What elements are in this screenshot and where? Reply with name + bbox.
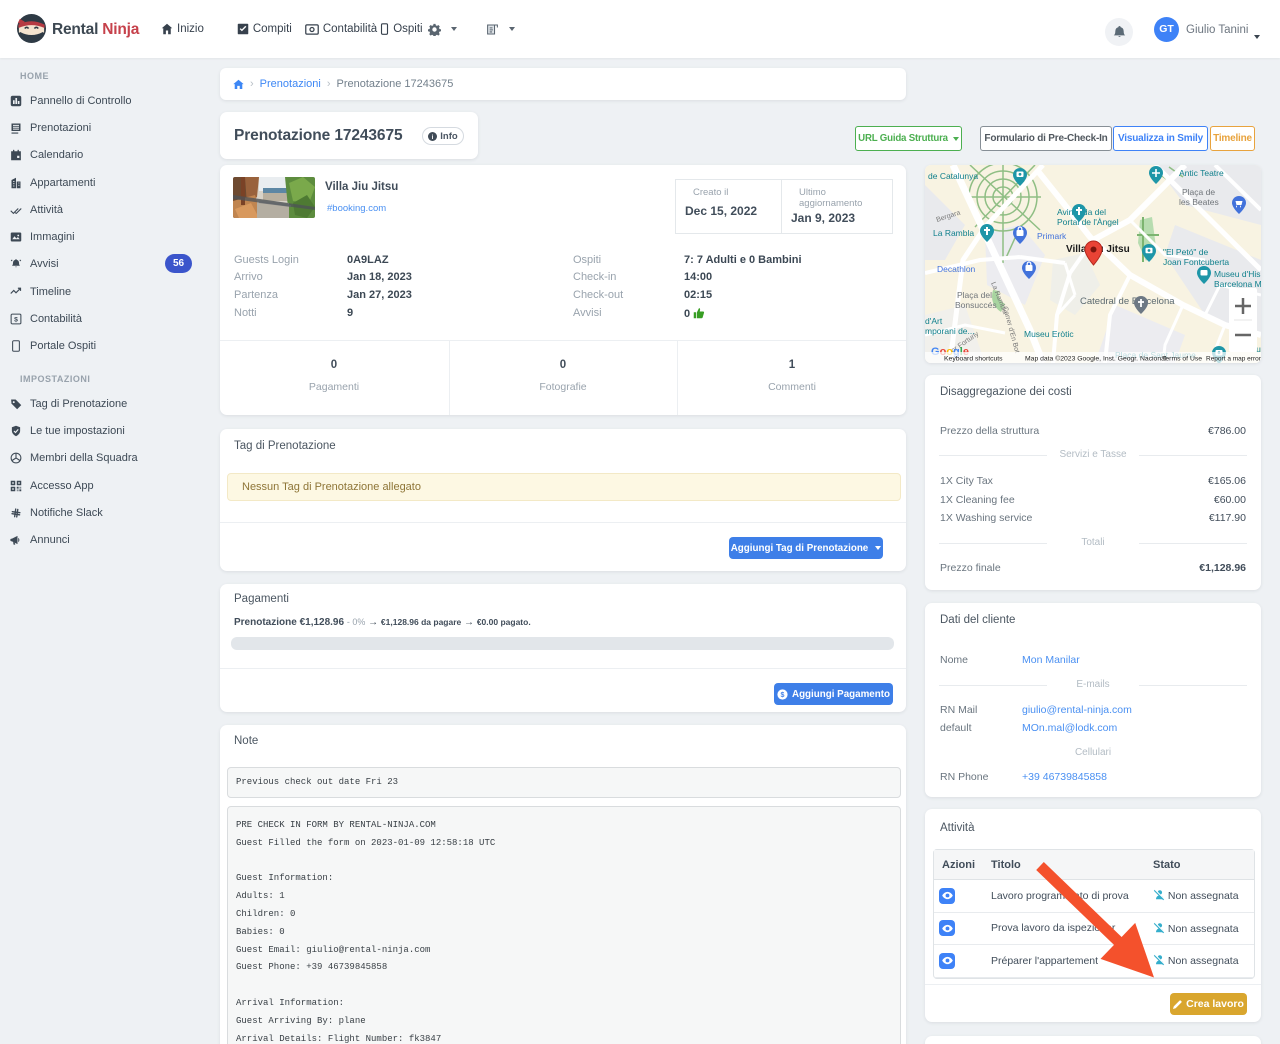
svg-text:Keyboard shortcuts: Keyboard shortcuts [944, 356, 1003, 363]
svg-text:Plaça de: Plaça de [1182, 187, 1215, 197]
svg-text:Decathlon: Decathlon [937, 264, 976, 274]
svg-text:Report a map error: Report a map error [1206, 356, 1261, 363]
svg-text:"El Petó" de: "El Petó" de [1163, 247, 1209, 257]
svg-text:i: i [432, 133, 434, 140]
svg-text:Barcelona M: Barcelona M [1214, 279, 1261, 289]
svg-text:Antic Teatre: Antic Teatre [1179, 168, 1224, 178]
svg-text:Plaça del: Plaça del [957, 290, 992, 300]
svg-text:Museu Eròtic: Museu Eròtic [1024, 329, 1074, 339]
svg-text:Museu d'His: Museu d'His [1214, 269, 1261, 279]
svg-text:Portal de l'Àngel: Portal de l'Àngel [1057, 217, 1119, 227]
svg-text:Terms of Use: Terms of Use [1162, 356, 1202, 363]
svg-text:$: $ [14, 317, 18, 324]
svg-text:$: $ [781, 691, 785, 698]
svg-text:d'Art: d'Art [925, 316, 943, 326]
svg-text:Catedral de Barcelona: Catedral de Barcelona [1080, 296, 1175, 307]
svg-text:Map data ©2023 Google, Inst. G: Map data ©2023 Google, Inst. Geogr. Naci… [1025, 355, 1167, 363]
svg-text:de Catalunya: de Catalunya [928, 171, 978, 181]
svg-text:mporani de...: mporani de... [925, 326, 975, 336]
svg-text:La Rambla: La Rambla [933, 228, 974, 238]
svg-text:Joan Fontcuberta: Joan Fontcuberta [1163, 257, 1229, 267]
svg-text:les Beates: les Beates [1179, 197, 1219, 207]
svg-text:Primark: Primark [1037, 231, 1067, 241]
svg-text:Bonsuccés: Bonsuccés [955, 300, 997, 310]
